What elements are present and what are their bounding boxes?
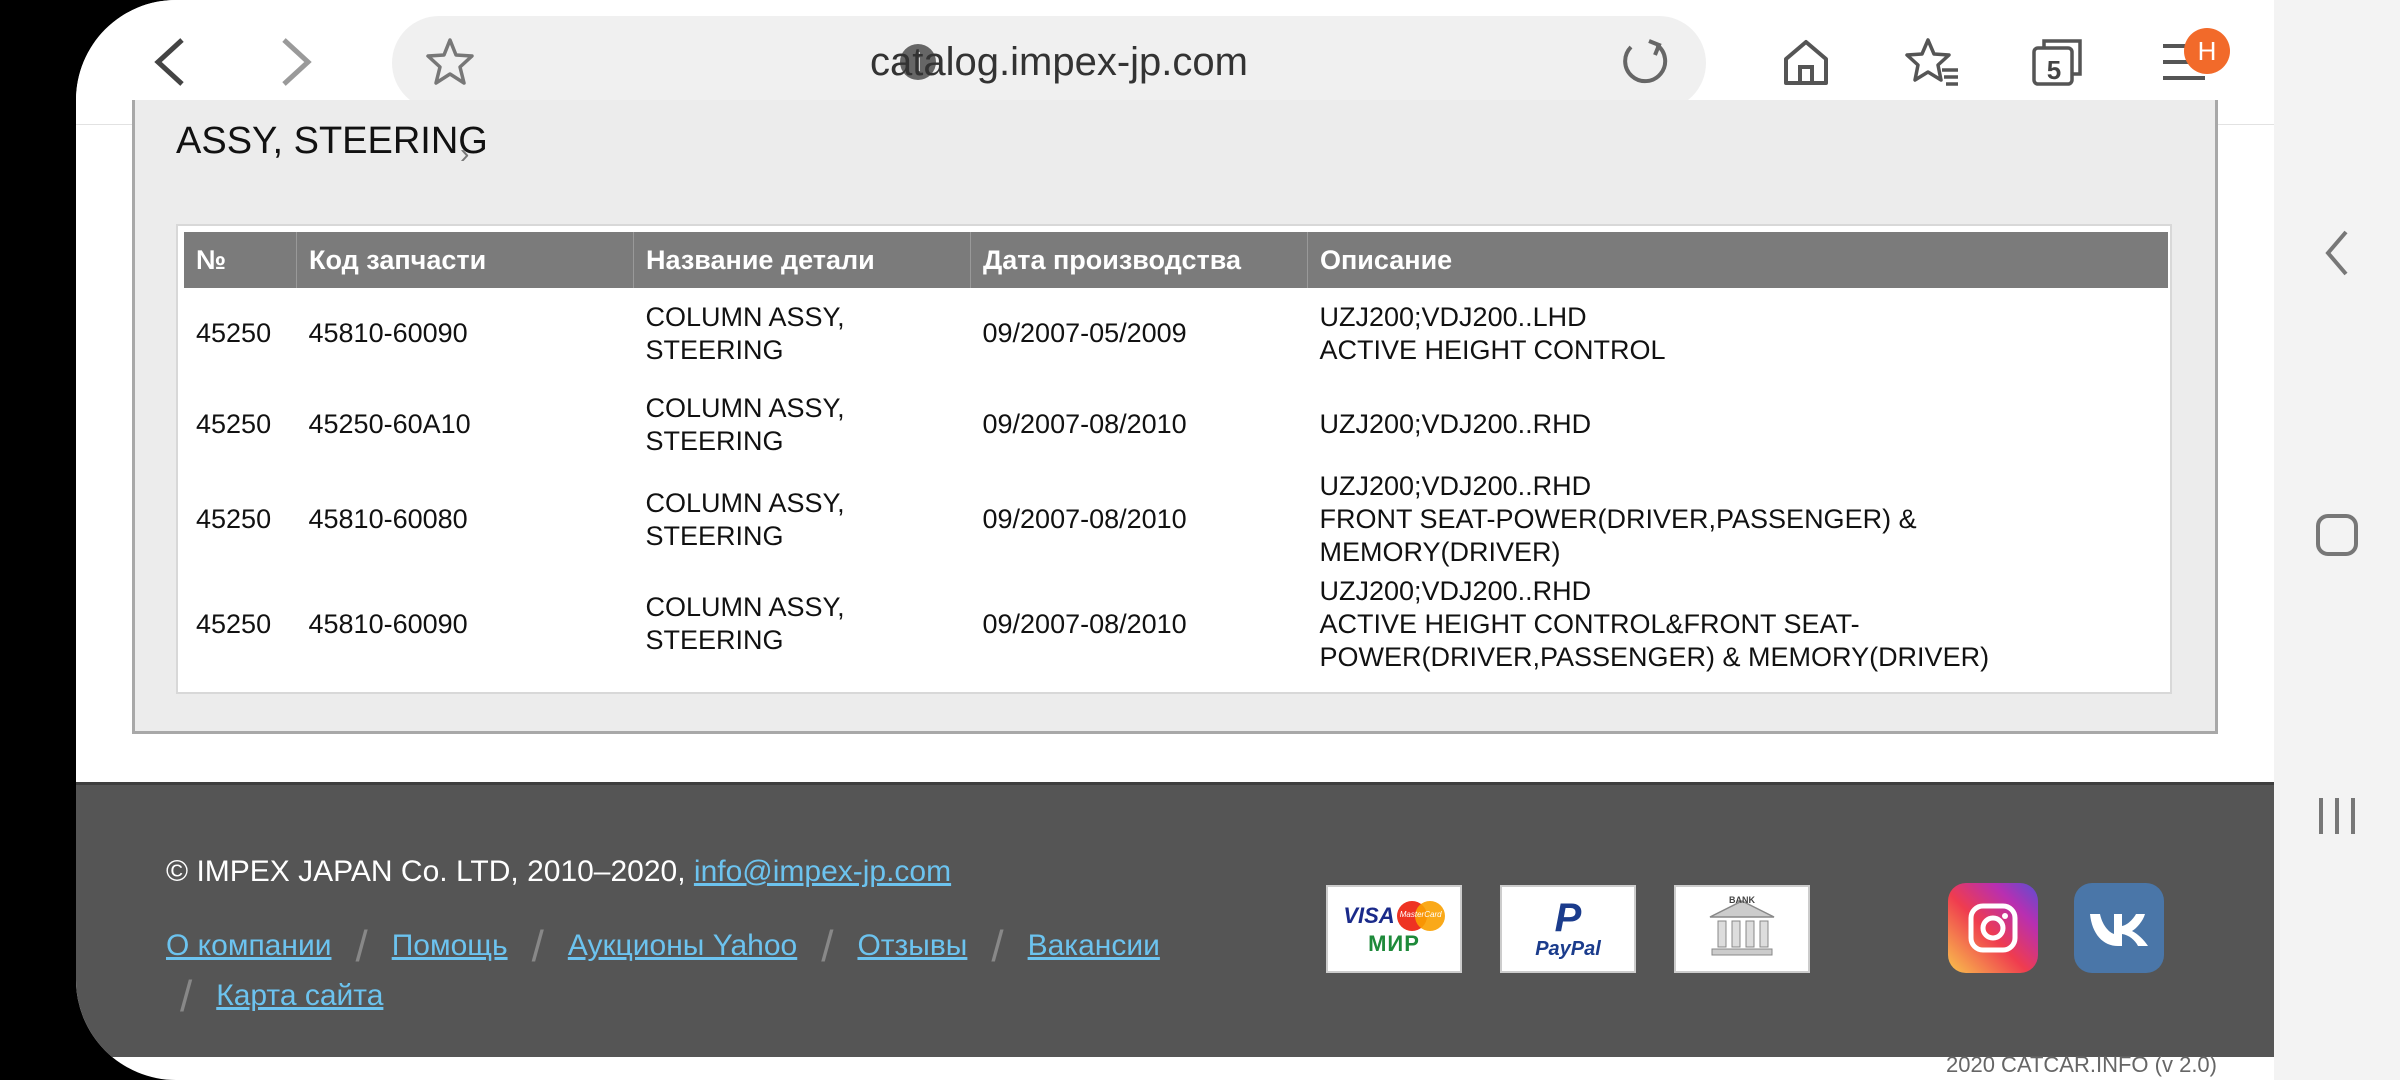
cell-production-date: 09/2007-08/2010 bbox=[982, 409, 1187, 439]
paypal-logo: P PayPal bbox=[1500, 885, 1636, 973]
footer-link-yahoo-auctions[interactable]: Аукционы Yahoo bbox=[568, 929, 797, 962]
part-name-line: STEERING bbox=[645, 334, 784, 365]
cell-part-name: COLUMN ASSY, STEERING bbox=[634, 569, 971, 679]
paypal-label: PayPal bbox=[1535, 937, 1601, 960]
cell-part-name: COLUMN ASSY, STEERING bbox=[634, 379, 971, 470]
cell-production-date: 09/2007-08/2010 bbox=[982, 504, 1187, 534]
back-icon[interactable] bbox=[140, 32, 200, 92]
part-name-line: COLUMN ASSY, bbox=[645, 592, 845, 622]
cell-part-code: 45810-60080 bbox=[308, 504, 468, 534]
description-line: ACTIVE HEIGHT CONTROL bbox=[1319, 334, 1666, 365]
system-navigation-bar bbox=[2274, 0, 2400, 1080]
footer-link-sitemap[interactable]: Карта сайта bbox=[216, 979, 383, 1012]
copyright-label: © IMPEX JAPAN Co. LTD, 2010–2020, bbox=[166, 855, 694, 888]
footer-link-reviews[interactable]: Отзывы bbox=[857, 929, 967, 962]
reload-icon[interactable] bbox=[1614, 32, 1674, 92]
description-line: UZJ200;VDJ200..LHD bbox=[1319, 301, 1587, 332]
column-header-part-name: Название детали bbox=[633, 232, 971, 288]
column-header-description: Описание bbox=[1307, 232, 2168, 288]
site-footer: © IMPEX JAPAN Co. LTD, 2010–2020, info@i… bbox=[76, 782, 2274, 1057]
description-line: FRONT SEAT-POWER(DRIVER,PASSENGER) & MEM… bbox=[1319, 504, 1917, 567]
table-header-row: № Код запчасти Название детали Дата прои… bbox=[184, 232, 2168, 288]
section-title[interactable]: ASSY, STEERING bbox=[176, 120, 488, 163]
separator-icon: / bbox=[821, 922, 834, 971]
cell-part-name: COLUMN ASSY, STEERING bbox=[634, 470, 971, 569]
cell-number: 45250 bbox=[196, 608, 272, 639]
cell-production-date: 09/2007-08/2010 bbox=[982, 608, 1187, 639]
part-name-line: COLUMN ASSY, bbox=[645, 392, 845, 423]
cell-production-date: 09/2007-05/2009 bbox=[982, 318, 1187, 348]
cell-description: UZJ200;VDJ200..RHD FRONT SEAT-POWER(DRIVE… bbox=[1308, 470, 2169, 569]
separator-icon: / bbox=[991, 922, 1004, 971]
visa-logo: VISA bbox=[1343, 903, 1395, 928]
description-line: UZJ200;VDJ200..RHD bbox=[1319, 409, 1592, 439]
bank-icon bbox=[1709, 900, 1775, 956]
description-line: UZJ200;VDJ200..RHD bbox=[1319, 471, 1592, 501]
table-row[interactable]: 45250 45810-60090 COLUMN ASSY, STEERING 0… bbox=[184, 569, 2168, 679]
instagram-icon[interactable] bbox=[1948, 883, 2038, 973]
footer-nav: О компании / Помощь / Аукционы Yahoo / Отзывы /… bbox=[166, 921, 1216, 1021]
version-text: 2020 CATCAR.INFO (v 2.0) bbox=[1946, 1052, 2217, 1077]
mastercard-logo: MasterCard bbox=[1396, 901, 1445, 931]
footer-link-vacancies[interactable]: Вакансии bbox=[1028, 929, 1160, 962]
parts-table-container: № Код запчасти Название детали Дата прои… bbox=[176, 224, 2172, 694]
cell-number: 45250 bbox=[196, 504, 272, 534]
url-text[interactable]: catalog.impex-jp.com bbox=[392, 40, 1706, 85]
system-home-icon[interactable] bbox=[2314, 512, 2360, 563]
copyright-text: © IMPEX JAPAN Co. LTD, 2010–2020, info@i… bbox=[166, 855, 951, 889]
part-name-line: COLUMN ASSY, bbox=[645, 487, 845, 518]
separator-icon: / bbox=[355, 922, 368, 971]
table-row[interactable]: 45250 45810-60080 COLUMN ASSY, STEERING 0… bbox=[184, 470, 2168, 569]
table-row[interactable]: 45250 45810-60090 COLUMN ASSY, STEERING 0… bbox=[184, 288, 2168, 379]
system-recents-icon[interactable] bbox=[2315, 794, 2359, 843]
cell-description: UZJ200;VDJ200..LHD ACTIVE HEIGHT CONTROL bbox=[1308, 288, 2169, 379]
home-icon[interactable] bbox=[1776, 32, 1836, 92]
tabs-icon[interactable]: 5 bbox=[2028, 32, 2088, 92]
forward-icon[interactable] bbox=[266, 32, 326, 92]
separator-icon: / bbox=[180, 972, 193, 1021]
column-header-production-date: Дата производства bbox=[970, 232, 1308, 288]
bookmarks-icon[interactable] bbox=[1902, 32, 1962, 92]
system-back-icon[interactable] bbox=[2322, 228, 2352, 283]
cell-part-code: 45250-60A10 bbox=[308, 409, 471, 439]
separator-icon: / bbox=[531, 922, 544, 971]
cell-part-name: COLUMN ASSY, STEERING bbox=[634, 288, 971, 379]
part-name-line: STEERING bbox=[645, 520, 784, 551]
menu-notification-badge: H bbox=[2184, 28, 2230, 74]
browser-screen: i catalog.impex-jp.com 5 H ASSY, STEERIN… bbox=[76, 0, 2274, 1080]
description-line: UZJ200;VDJ200..RHD bbox=[1319, 575, 1592, 606]
part-name-line: STEERING bbox=[645, 625, 784, 655]
cell-part-code: 45810-60090 bbox=[308, 318, 468, 348]
tab-count: 5 bbox=[2046, 54, 2062, 85]
bank-label: BANK bbox=[1729, 895, 1755, 905]
address-bar[interactable]: i catalog.impex-jp.com bbox=[392, 16, 1706, 110]
cell-number: 45250 bbox=[196, 318, 272, 348]
vk-icon[interactable] bbox=[2074, 883, 2164, 973]
column-header-number: № bbox=[184, 232, 297, 288]
description-line: POWER(DRIVER,PASSENGER) & MEMORY(DRIVER) bbox=[1319, 641, 1990, 672]
cell-description: UZJ200;VDJ200..RHD bbox=[1308, 379, 2169, 470]
table-row[interactable]: 45250 45250-60A10 COLUMN ASSY, STEERING 0… bbox=[184, 379, 2168, 470]
cell-number: 45250 bbox=[196, 409, 272, 439]
email-link[interactable]: info@impex-jp.com bbox=[694, 855, 951, 888]
cell-description: UZJ200;VDJ200..RHD ACTIVE HEIGHT CONTROL&… bbox=[1308, 569, 2169, 679]
mastercard-label: MasterCard bbox=[1399, 910, 1442, 919]
part-name-line: COLUMN ASSY, bbox=[645, 301, 845, 332]
footer-link-help[interactable]: Помощь bbox=[392, 929, 508, 962]
footer-link-about[interactable]: О компании bbox=[166, 929, 331, 962]
chevron-right-icon: › bbox=[460, 138, 470, 169]
column-header-part-code: Код запчасти bbox=[296, 232, 634, 288]
part-name-line: STEERING bbox=[645, 425, 784, 456]
paypal-icon: P bbox=[1554, 895, 1582, 940]
cell-part-code: 45810-60090 bbox=[308, 608, 468, 639]
bank-transfer-logo: BANK bbox=[1674, 885, 1810, 973]
description-line: ACTIVE HEIGHT CONTROL&FRONT SEAT- bbox=[1319, 608, 1860, 639]
parts-table: № Код запчасти Название детали Дата прои… bbox=[184, 232, 2168, 679]
mir-logo: МИР bbox=[1368, 931, 1420, 956]
card-payment-logo: VISA MasterCard МИР bbox=[1326, 885, 1462, 973]
